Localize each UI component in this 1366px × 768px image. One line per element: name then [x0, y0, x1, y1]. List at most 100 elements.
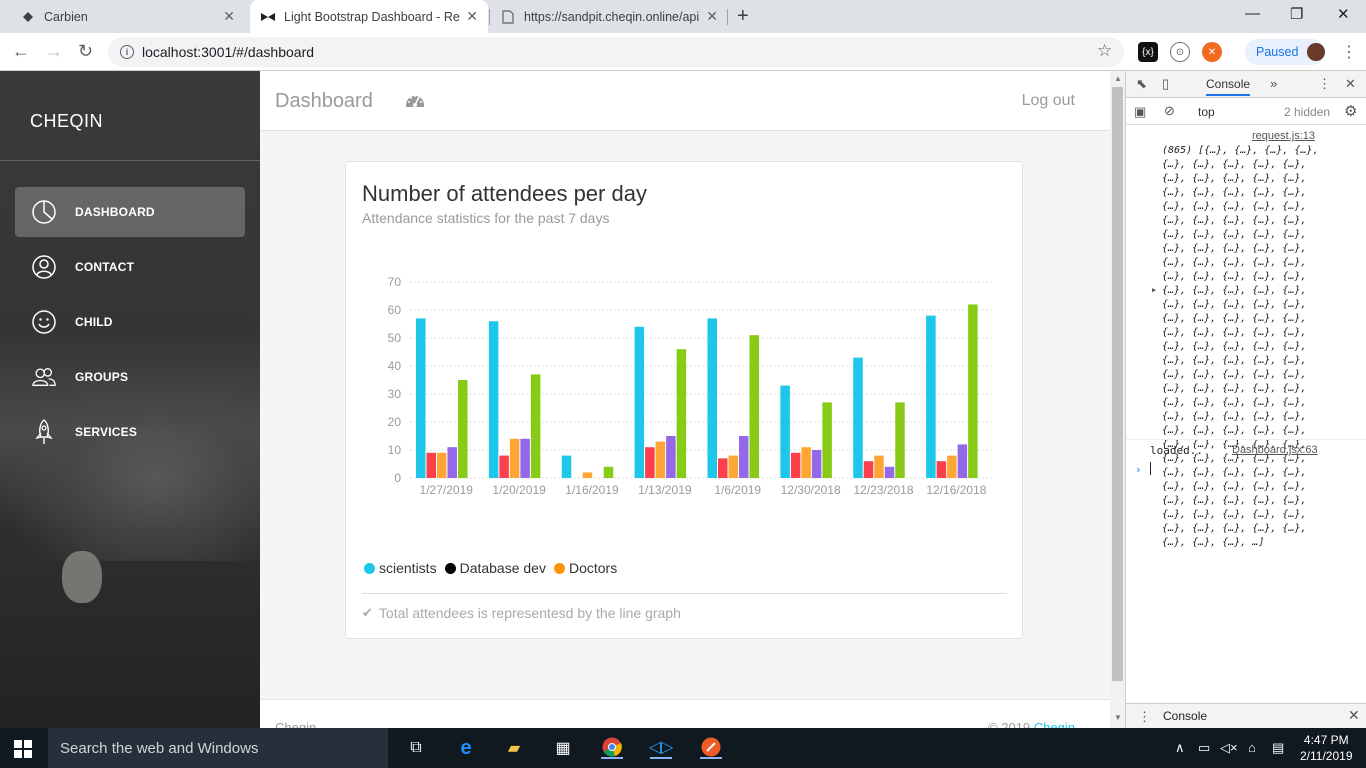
log-source-link[interactable]: Dashboard.jsx:63 [1232, 444, 1318, 456]
drawer-tab-console[interactable]: Console [1163, 709, 1207, 723]
console-input[interactable] [1150, 462, 1151, 475]
console-log-entry[interactable]: (865) [{…}, {…}, {…}, {…}, {…}, {…}, {…}… [1162, 144, 1332, 550]
sidebar-toggle-icon[interactable]: ▣ [1134, 104, 1146, 120]
task-view-icon[interactable]: ⧉ [405, 737, 427, 759]
drawer-menu-icon[interactable]: ⋮ [1138, 709, 1151, 725]
divider [362, 593, 1007, 594]
sidebar-item-label: GROUPS [75, 370, 129, 384]
scrollbar-thumb[interactable] [1112, 87, 1123, 681]
scroll-down-icon[interactable]: ▼ [1114, 713, 1122, 722]
clear-console-icon[interactable]: ⊘ [1164, 103, 1175, 119]
extension-icon[interactable]: ✕ [1202, 42, 1222, 62]
legend-dot [553, 562, 565, 574]
notifications-icon[interactable]: ▤ [1272, 740, 1284, 756]
site-info-icon[interactable]: i [120, 45, 134, 59]
x-tick-label: 12/30/2018 [781, 483, 841, 497]
tab-title: Light Bootstrap Dashboard - Rea [284, 9, 461, 24]
brand-logo[interactable]: CHEQIN [30, 111, 103, 132]
more-tabs-icon[interactable]: » [1270, 76, 1277, 91]
bar [780, 385, 790, 478]
forward-arrow-icon[interactable]: → [45, 41, 63, 62]
restore-icon[interactable]: ❐ [1290, 5, 1303, 23]
gear-icon[interactable]: ⚙ [1344, 102, 1357, 120]
chrome-icon[interactable] [601, 737, 623, 759]
hidden-count: 2 hidden [1284, 105, 1331, 119]
profile-paused-button[interactable]: Paused [1245, 39, 1325, 65]
legend-dot [444, 562, 456, 574]
top-navbar: Dashboard Log out [260, 71, 1110, 131]
json-extension-icon[interactable]: {x} [1138, 42, 1158, 62]
bar [561, 455, 572, 478]
back-arrow-icon[interactable]: ← [12, 41, 30, 62]
bar-chart: 0 10 20 30 40 50 60 70 1/27/2019 1/20/2019 1/16/20… [388, 275, 993, 497]
page-scrollbar[interactable]: ▲ ▼ [1110, 71, 1125, 728]
sidebar-item-child[interactable]: CHILD [15, 297, 245, 347]
bar [968, 304, 978, 478]
browser-tab[interactable]: https://sandpit.cheqin.online/api ✕ [490, 0, 728, 33]
x-tick-label: 1/13/2019 [638, 483, 692, 497]
inspect-element-icon[interactable]: ⬉ [1136, 76, 1147, 92]
minimize-icon[interactable]: — [1245, 5, 1260, 22]
bar [749, 335, 759, 478]
edge-icon[interactable]: e [455, 737, 477, 759]
bowtie-favicon-icon [260, 9, 276, 25]
device-toolbar-icon[interactable]: ▯ [1162, 76, 1169, 92]
browser-menu-icon[interactable]: ⋮ [1341, 42, 1357, 62]
sidebar-item-label: CONTACT [75, 260, 135, 274]
bar [822, 402, 832, 478]
network-icon[interactable]: ⌂ [1248, 740, 1256, 755]
bar [458, 380, 468, 478]
file-explorer-icon[interactable]: ▰ [503, 737, 525, 759]
store-icon[interactable]: ▦ [552, 737, 574, 759]
browser-tab-active[interactable]: Light Bootstrap Dashboard - Rea ✕ [250, 0, 488, 33]
windows-start-icon[interactable] [14, 740, 32, 763]
log-source-link[interactable]: request.js:13 [1252, 130, 1315, 142]
reload-icon[interactable]: ↻ [78, 41, 93, 62]
windows-taskbar: Search the web and Windows ⧉ e ▰ ▦ ◁▷ ∧ … [0, 728, 1366, 768]
bar [634, 326, 645, 478]
bar [499, 455, 509, 478]
page-title[interactable]: Dashboard [275, 90, 373, 113]
vscode-icon[interactable]: ◁▷ [649, 737, 673, 759]
bar [603, 466, 614, 478]
new-tab-icon[interactable]: + [737, 5, 749, 28]
close-tab-icon[interactable]: ✕ [466, 8, 478, 25]
show-hidden-icons[interactable]: ∧ [1175, 740, 1185, 756]
context-selector[interactable]: top [1198, 105, 1215, 119]
dashboard-gauge-icon[interactable] [405, 91, 425, 114]
sidebar-item-groups[interactable]: GROUPS [15, 352, 245, 402]
sidebar-item-dashboard[interactable]: DASHBOARD [15, 187, 245, 237]
bookmark-star-icon[interactable]: ☆ [1097, 41, 1112, 61]
clock-time: 4:47 PM [1303, 733, 1349, 747]
sidebar-item-services[interactable]: SERVICES [15, 407, 245, 457]
extension-icon[interactable]: ⊙ [1170, 42, 1190, 62]
background-image-detail [62, 551, 102, 603]
y-tick-label: 50 [388, 331, 402, 345]
browser-tab[interactable]: Carbien ✕ [10, 0, 245, 33]
expand-triangle-icon[interactable]: ▶ [1152, 286, 1156, 294]
sidebar-item-contact[interactable]: CONTACT [15, 242, 245, 292]
check-icon: ✔ [362, 605, 373, 620]
scroll-up-icon[interactable]: ▲ [1114, 74, 1122, 83]
window-close-icon[interactable]: ✕ [1337, 5, 1350, 23]
volume-muted-icon[interactable]: ◁× [1220, 740, 1238, 756]
y-tick-label: 60 [388, 303, 402, 317]
taskbar-search-box[interactable]: Search the web and Windows [48, 728, 388, 768]
logout-link[interactable]: Log out [1022, 92, 1075, 110]
search-placeholder: Search the web and Windows [60, 739, 259, 757]
taskbar-clock[interactable]: 4:47 PM 2/11/2019 [1300, 732, 1353, 764]
devtools-close-icon[interactable]: ✕ [1345, 76, 1356, 92]
url-bar[interactable]: i localhost:3001/#/dashboard [108, 37, 1124, 67]
x-tick-label: 1/16/2019 [565, 483, 619, 497]
drawer-close-icon[interactable]: ✕ [1348, 707, 1360, 724]
postman-icon[interactable] [700, 737, 722, 759]
bar [520, 438, 530, 478]
close-tab-icon[interactable]: ✕ [706, 8, 718, 25]
devtools-menu-icon[interactable]: ⋮ [1318, 76, 1331, 92]
attendance-card: Number of attendees per day Attendance s… [345, 161, 1023, 639]
footer-link[interactable]: Cheqin [1034, 720, 1075, 728]
battery-icon[interactable]: ▭ [1198, 740, 1210, 756]
close-tab-icon[interactable]: ✕ [223, 8, 235, 25]
tab-console[interactable]: Console [1206, 77, 1251, 96]
divider [0, 160, 260, 161]
